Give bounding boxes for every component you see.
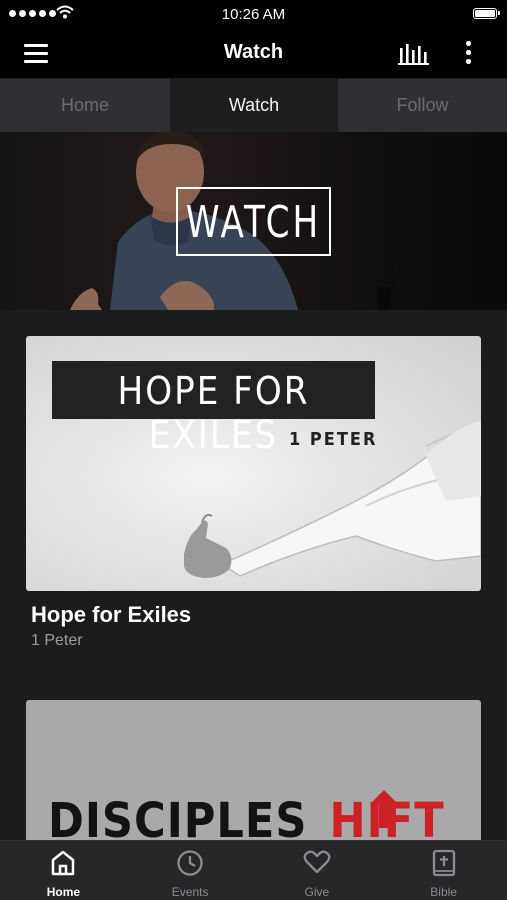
status-time: 10:26 AM [221,6,286,23]
bottom-tab-bar: Home Events Give Bible [0,840,507,900]
battery-icon [473,8,500,19]
home-icon [52,850,75,876]
tab-bar-bible[interactable]: Bible [380,841,507,900]
tab-bar-give[interactable]: Give [254,841,381,900]
tab-bar-bible-label: Bible [430,885,457,899]
clock-icon [177,850,203,876]
more-options-icon[interactable] [458,39,478,67]
series-card-artwork[interactable]: HOPE FOR EXILES 1 PETER [26,336,481,591]
tab-bar-home[interactable]: Home [0,841,127,900]
status-bar: 10:26 AM [0,0,507,28]
tab-follow[interactable]: Follow [338,79,507,132]
series-artwork-subtitle: 1 PETER [289,429,378,450]
series-card-subtitle: 1 Peter [31,632,83,649]
series-artwork-title-bar: HOPE FOR EXILES [52,361,375,457]
audio-levels-icon[interactable] [398,40,432,66]
series-card-title[interactable]: Hope for Exiles [31,602,191,628]
navigation-bar: Watch [0,28,507,78]
watch-label-box: WATCH [176,187,331,256]
hamburger-menu-icon[interactable] [22,40,52,66]
top-tabs: Home Watch Follow [0,79,507,132]
up-arrow-icon [370,790,398,828]
watch-hero-banner[interactable]: WATCH [0,132,507,310]
tab-bar-give-label: Give [304,885,330,899]
heart-icon [303,850,331,874]
tab-bar-home-label: Home [46,885,81,899]
series-card-2-artwork[interactable]: DISCIPLESHIFT [26,700,481,840]
tab-home[interactable]: Home [0,79,170,132]
content-list: HOPE FOR EXILES 1 PETER Hope for Exiles … [0,310,507,840]
series-card-2-artwork-text-a: DISCIPLES [48,793,308,840]
tab-watch[interactable]: Watch [170,79,338,132]
tab-bar-events-label: Events [171,885,209,899]
watch-label: WATCH [185,196,322,247]
tab-bar-events[interactable]: Events [127,841,254,900]
bible-icon [432,849,455,877]
